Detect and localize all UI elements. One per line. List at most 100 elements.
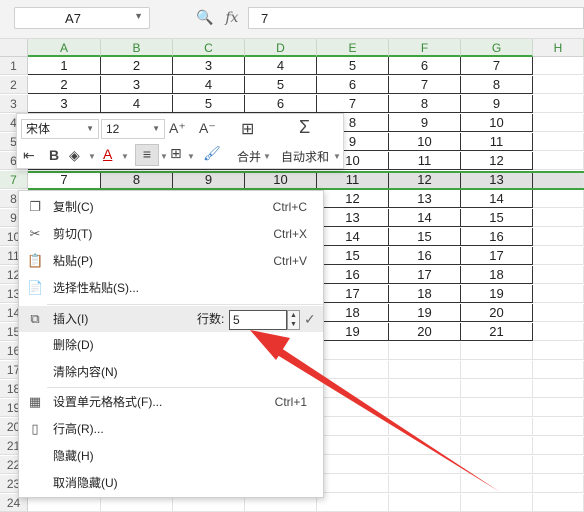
formula-input[interactable]: 7: [248, 7, 584, 29]
cell-f3[interactable]: 8: [389, 95, 461, 113]
cell-e15[interactable]: 19: [317, 323, 389, 341]
merge-button[interactable]: 合并: [237, 148, 261, 165]
cell-h11[interactable]: [533, 247, 584, 265]
cell-f24[interactable]: [389, 494, 461, 512]
cell-g22[interactable]: [461, 456, 533, 474]
cell-e7[interactable]: 11: [317, 171, 389, 189]
cell-g16[interactable]: [461, 342, 533, 360]
cell-g19[interactable]: [461, 399, 533, 417]
cell-e13[interactable]: 17: [317, 285, 389, 303]
cell-g2[interactable]: 8: [461, 76, 533, 94]
cell-e12[interactable]: 16: [317, 266, 389, 284]
cell-g15[interactable]: 21: [461, 323, 533, 341]
cell-g13[interactable]: 19: [461, 285, 533, 303]
cell-h5[interactable]: [533, 133, 584, 151]
menu-item-copy[interactable]: ❐ 复制(C) Ctrl+C: [19, 194, 323, 220]
menu-item-cut[interactable]: ✂ 剪切(T) Ctrl+X: [19, 221, 323, 247]
font-name-select[interactable]: 宋体 ▼: [21, 119, 99, 139]
border-icon[interactable]: ⊞: [170, 145, 182, 162]
chevron-down-icon[interactable]: ▼: [333, 152, 341, 161]
cell-f11[interactable]: 16: [389, 247, 461, 265]
cell-g1[interactable]: 7: [461, 57, 533, 75]
rows-count-input[interactable]: 5: [229, 310, 287, 330]
indent-icon[interactable]: ⇤: [23, 147, 35, 164]
cell-f13[interactable]: 18: [389, 285, 461, 303]
cell-g21[interactable]: [461, 437, 533, 455]
cell-f22[interactable]: [389, 456, 461, 474]
check-icon[interactable]: ✓: [304, 306, 316, 332]
cell-f19[interactable]: [389, 399, 461, 417]
cell-a7[interactable]: 7: [28, 171, 101, 189]
select-all-corner[interactable]: [0, 39, 28, 57]
rows-count-stepper[interactable]: ▲ ▼: [287, 310, 300, 330]
menu-item-delete[interactable]: 删除(D): [19, 332, 323, 358]
cell-f7[interactable]: 12: [389, 171, 461, 189]
cell-e1[interactable]: 5: [317, 57, 389, 75]
cell-h8[interactable]: [533, 190, 584, 208]
cell-h19[interactable]: [533, 399, 584, 417]
chevron-down-icon[interactable]: ▼: [160, 152, 168, 161]
cell-h20[interactable]: [533, 418, 584, 436]
cell-h6[interactable]: [533, 152, 584, 170]
cell-f21[interactable]: [389, 437, 461, 455]
chevron-down-icon[interactable]: ▼: [121, 152, 129, 161]
cell-g14[interactable]: 20: [461, 304, 533, 322]
cell-g24[interactable]: [461, 494, 533, 512]
cell-d3[interactable]: 6: [245, 95, 317, 113]
cell-h22[interactable]: [533, 456, 584, 474]
cell-g8[interactable]: 14: [461, 190, 533, 208]
menu-item-row-height[interactable]: ▯ 行高(R)...: [19, 416, 323, 442]
cell-g7[interactable]: 13: [461, 171, 533, 189]
menu-item-clear[interactable]: 清除内容(N): [19, 359, 323, 385]
cell-b2[interactable]: 3: [101, 76, 173, 94]
cell-g23[interactable]: [461, 475, 533, 493]
cell-h24[interactable]: [533, 494, 584, 512]
chevron-down-icon[interactable]: ▼: [88, 152, 96, 161]
font-color-icon[interactable]: A: [103, 146, 112, 162]
cell-f16[interactable]: [389, 342, 461, 360]
cell-e9[interactable]: 13: [317, 209, 389, 227]
menu-item-unhide[interactable]: 取消隐藏(U): [19, 470, 323, 496]
cell-f2[interactable]: 7: [389, 76, 461, 94]
cell-b7[interactable]: 8: [101, 171, 173, 189]
cell-c2[interactable]: 4: [173, 76, 245, 94]
cell-f18[interactable]: [389, 380, 461, 398]
cell-e19[interactable]: [317, 399, 389, 417]
cell-e22[interactable]: [317, 456, 389, 474]
cell-f17[interactable]: [389, 361, 461, 379]
cell-c7[interactable]: 9: [173, 171, 245, 189]
bold-button[interactable]: B: [49, 147, 59, 163]
cell-h4[interactable]: [533, 114, 584, 132]
autosum-button[interactable]: 自动求和: [281, 148, 329, 165]
fx-icon[interactable]: fx: [225, 10, 238, 26]
row-header-3[interactable]: 3: [0, 95, 28, 113]
cell-f23[interactable]: [389, 475, 461, 493]
cell-d7[interactable]: 10: [245, 171, 317, 189]
zoom-icon[interactable]: 🔍: [196, 9, 213, 25]
cell-f12[interactable]: 17: [389, 266, 461, 284]
name-box[interactable]: A7 ▼: [14, 7, 150, 29]
cell-f15[interactable]: 20: [389, 323, 461, 341]
cell-e23[interactable]: [317, 475, 389, 493]
cell-h13[interactable]: [533, 285, 584, 303]
cell-g9[interactable]: 15: [461, 209, 533, 227]
column-header-d[interactable]: D: [245, 39, 317, 57]
cell-h17[interactable]: [533, 361, 584, 379]
cell-e3[interactable]: 7: [317, 95, 389, 113]
cell-e21[interactable]: [317, 437, 389, 455]
cell-g10[interactable]: 16: [461, 228, 533, 246]
chevron-down-icon[interactable]: ▼: [187, 152, 195, 161]
cell-f6[interactable]: 11: [389, 152, 461, 170]
cell-g5[interactable]: 11: [461, 133, 533, 151]
cell-a1[interactable]: 1: [28, 57, 101, 75]
column-header-a[interactable]: A: [28, 39, 101, 57]
cell-g11[interactable]: 17: [461, 247, 533, 265]
cell-e20[interactable]: [317, 418, 389, 436]
cell-e14[interactable]: 18: [317, 304, 389, 322]
cell-e10[interactable]: 14: [317, 228, 389, 246]
cell-b3[interactable]: 4: [101, 95, 173, 113]
cell-h12[interactable]: [533, 266, 584, 284]
cell-g20[interactable]: [461, 418, 533, 436]
format-painter-icon[interactable]: 🖌: [203, 145, 221, 162]
cell-h2[interactable]: [533, 76, 584, 94]
